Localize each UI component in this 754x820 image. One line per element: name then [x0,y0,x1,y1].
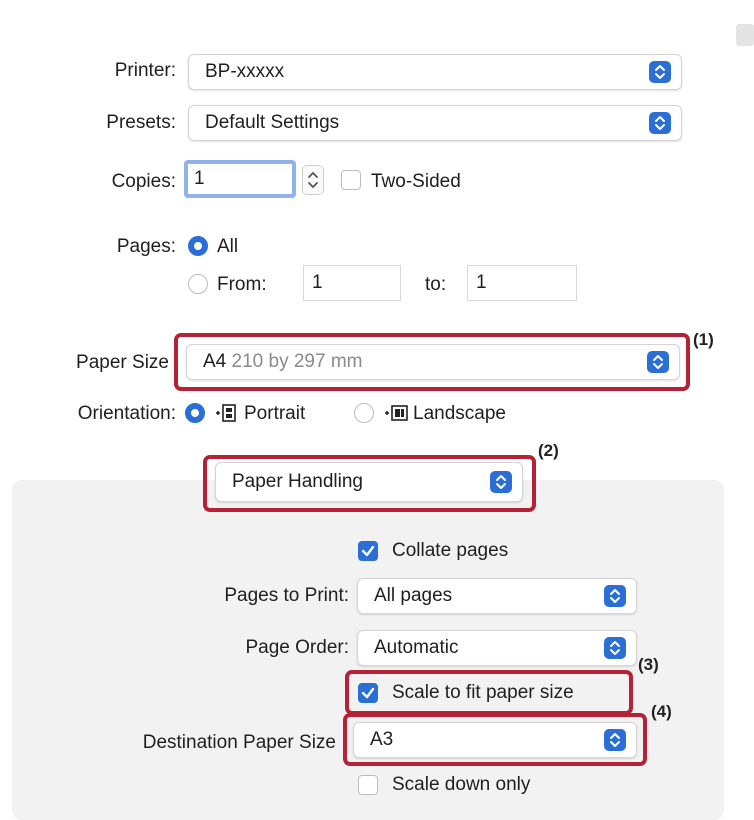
pages-from-value: 1 [312,272,323,293]
highlight-box-3 [345,670,633,715]
two-sided-checkbox[interactable] [341,170,361,190]
printer-label: Printer: [114,60,176,81]
two-sided-label: Two-Sided [371,171,461,192]
annotation-3: (3) [638,655,659,674]
landscape-icon [384,403,408,428]
copies-label: Copies: [111,171,176,192]
annotation-2: (2) [538,441,559,460]
annotation-4: (4) [651,702,672,721]
portrait-radio[interactable] [185,403,205,423]
pages-all-radio[interactable] [188,236,208,256]
destination-paper-size-label: Destination Paper Size [142,732,336,753]
collate-label: Collate pages [392,540,509,561]
page-order-value: Automatic [374,637,459,658]
paper-size-label: Paper Size [76,352,169,373]
pages-to-label: to: [425,274,447,295]
chevron-updown-icon [649,61,671,83]
pages-to-print-value: All pages [374,585,453,606]
pages-to-value: 1 [476,272,487,293]
pages-to-print-label: Pages to Print: [224,585,349,606]
checkmark-icon [361,545,375,557]
presets-value: Default Settings [205,112,340,133]
window-corner [736,24,754,46]
collate-checkbox[interactable] [358,541,378,561]
landscape-radio[interactable] [354,403,374,423]
pages-from-radio[interactable] [188,274,208,294]
presets-select[interactable]: Default Settings [188,105,682,141]
pages-to-print-select[interactable]: All pages [357,578,637,614]
pages-label: Pages: [116,236,176,257]
annotation-1: (1) [693,330,714,349]
pages-from-field[interactable]: 1 [303,265,401,301]
printer-select[interactable]: BP-xxxxx [188,54,682,90]
chevron-updown-icon [649,112,671,134]
pages-to-field[interactable]: 1 [467,265,577,301]
pages-all-label: All [217,236,239,257]
chevron-updown-icon [604,585,626,607]
copies-field[interactable]: 1 [184,160,296,198]
chevron-updown-icon [604,637,626,659]
stepper-arrows-icon [308,171,318,189]
scale-down-only-label: Scale down only [392,774,531,795]
orientation-label: Orientation: [77,403,176,424]
scale-down-only-checkbox[interactable] [358,775,378,795]
highlight-box-4 [343,713,647,766]
portrait-icon [215,403,237,428]
pages-from-label: From: [217,274,267,295]
page-order-select[interactable]: Automatic [357,630,637,666]
highlight-box-2 [203,455,536,512]
copies-value: 1 [194,168,205,189]
landscape-label: Landscape [413,403,506,424]
presets-label: Presets: [106,112,176,133]
page-order-label: Page Order: [245,637,350,658]
copies-stepper[interactable] [302,165,324,195]
highlight-box-1 [174,333,690,391]
portrait-label: Portrait [244,403,306,424]
printer-value: BP-xxxxx [205,61,285,82]
